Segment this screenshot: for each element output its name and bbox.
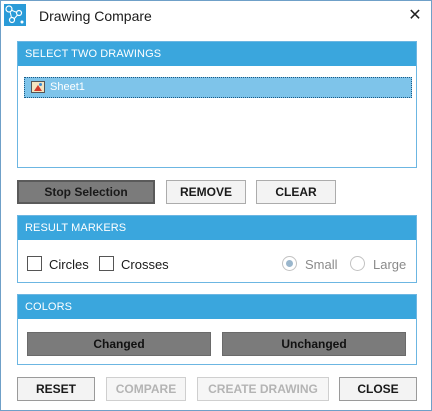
changed-color-button[interactable]: Changed [27, 332, 211, 356]
compare-button[interactable]: COMPARE [106, 377, 186, 401]
clear-button[interactable]: CLEAR [256, 180, 336, 204]
window-title: Drawing Compare [39, 8, 152, 24]
small-radio[interactable] [282, 256, 297, 271]
drawing-list-item[interactable]: Sheet1 [24, 77, 412, 98]
create-drawing-button[interactable]: CREATE DRAWING [197, 377, 329, 401]
colors-group: COLORS Changed Unchanged [17, 294, 417, 365]
circles-checkbox[interactable] [27, 256, 42, 271]
sheet-icon [31, 81, 45, 93]
reset-button[interactable]: RESET [17, 377, 95, 401]
app-network-icon [4, 4, 26, 26]
colors-header: COLORS [18, 295, 416, 319]
select-drawings-group: SELECT TWO DRAWINGS Sheet1 [17, 41, 417, 168]
remove-button[interactable]: REMOVE [166, 180, 246, 204]
title-bar: Drawing Compare ✕ [1, 1, 431, 33]
select-drawings-header: SELECT TWO DRAWINGS [18, 42, 416, 66]
small-label: Small [305, 257, 338, 272]
crosses-checkbox[interactable] [99, 256, 114, 271]
result-markers-group: RESULT MARKERS Circles Crosses Small Lar… [17, 215, 417, 283]
result-markers-header: RESULT MARKERS [18, 216, 416, 240]
large-label: Large [373, 257, 407, 272]
close-icon[interactable]: ✕ [403, 4, 427, 28]
stop-selection-button[interactable]: Stop Selection [17, 180, 155, 204]
crosses-label: Crosses [121, 257, 169, 272]
close-button[interactable]: CLOSE [339, 377, 417, 401]
large-radio[interactable] [350, 256, 365, 271]
unchanged-color-button[interactable]: Unchanged [222, 332, 406, 356]
drawing-item-label: Sheet1 [50, 81, 85, 93]
drawing-compare-dialog: Drawing Compare ✕ SELECT TWO DRAWINGS Sh… [0, 0, 432, 411]
circles-label: Circles [49, 257, 89, 272]
